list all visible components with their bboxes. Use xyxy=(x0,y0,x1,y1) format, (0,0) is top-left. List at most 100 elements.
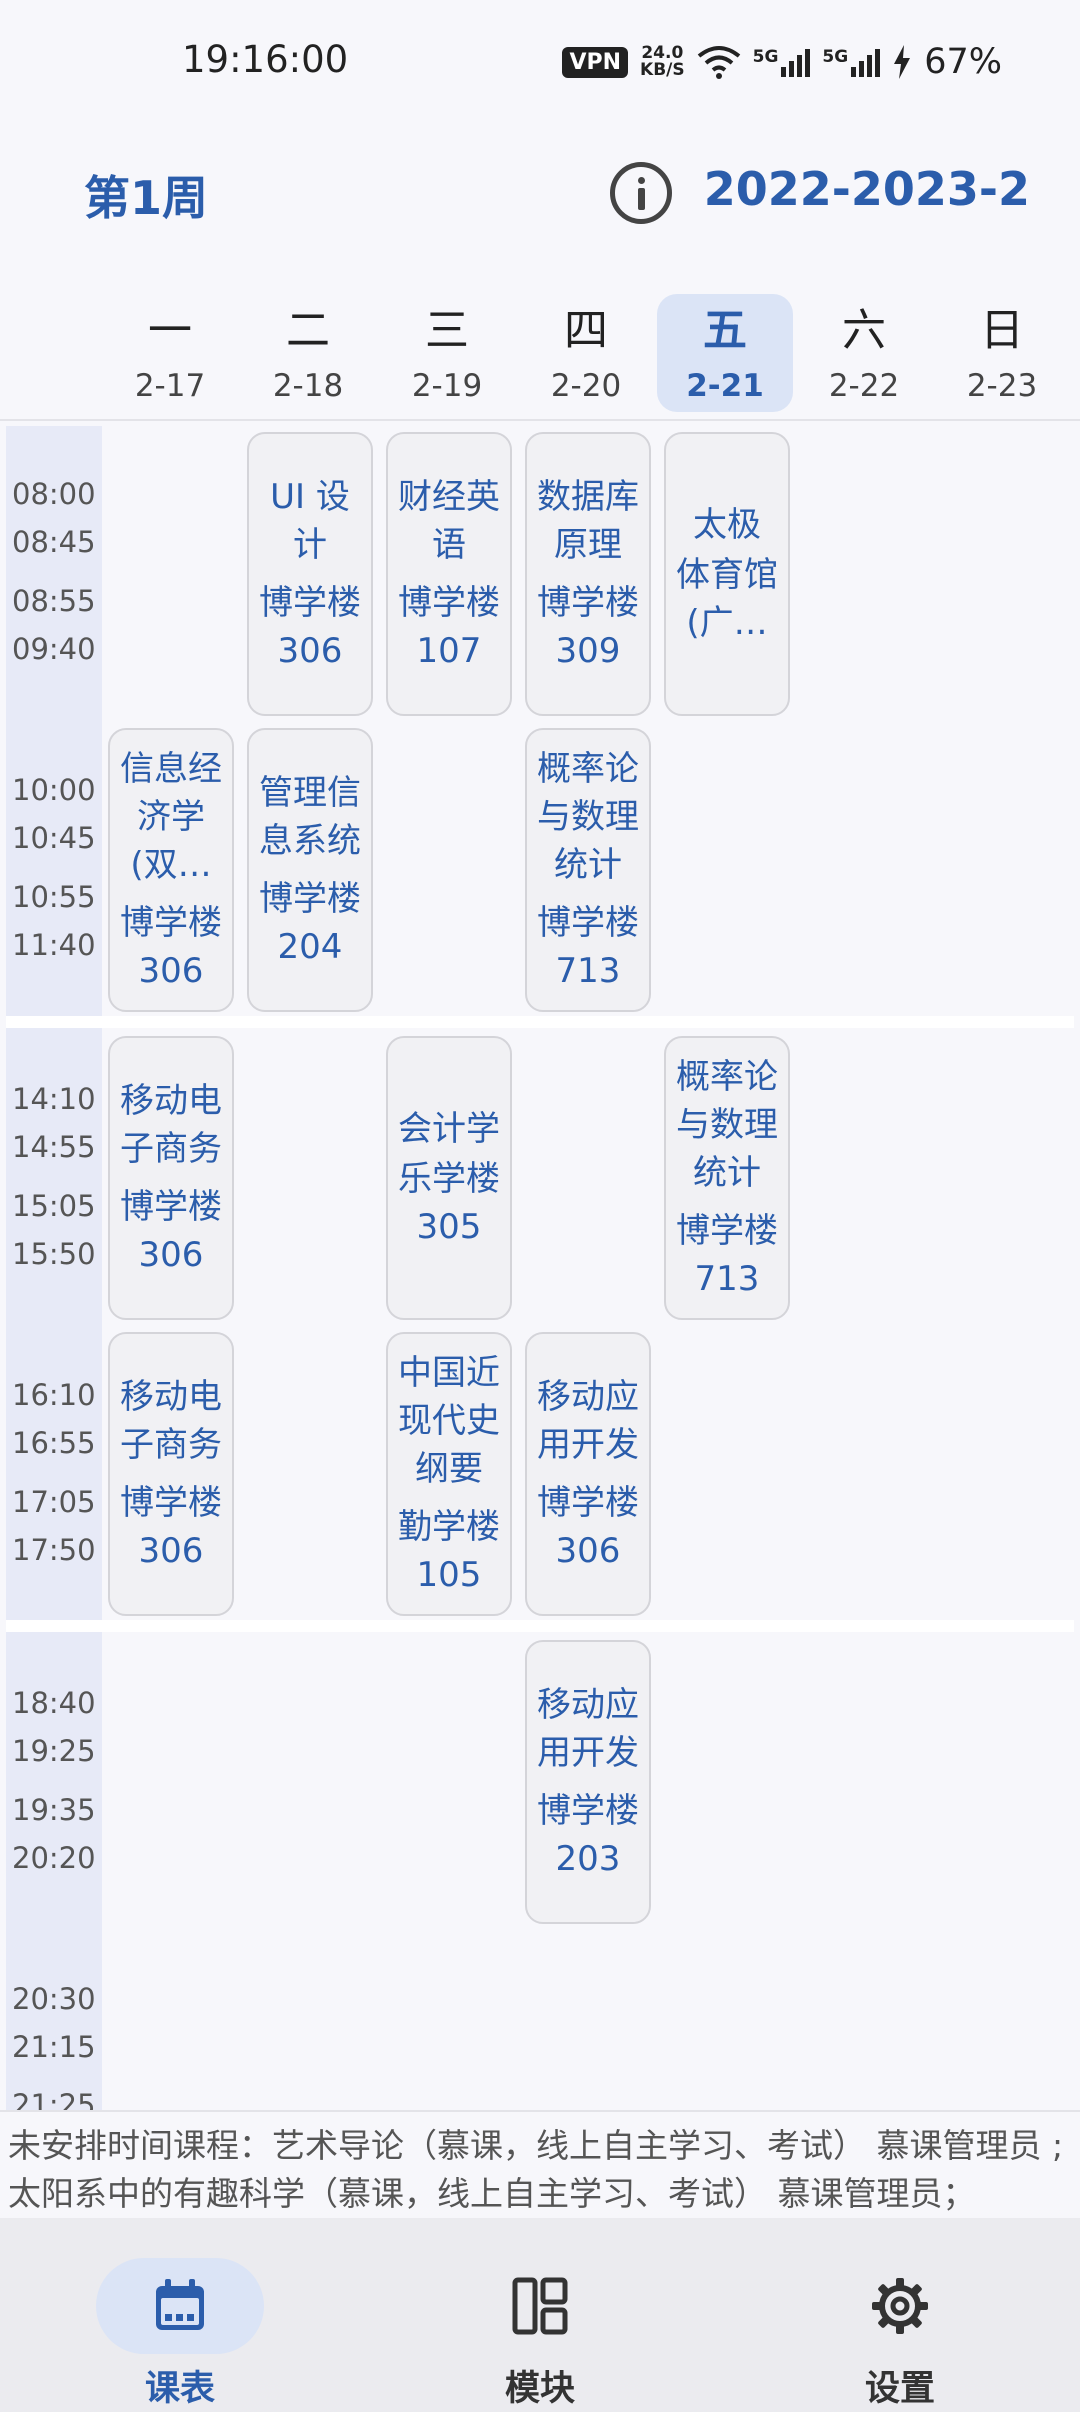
course-name: 移动电子商务 xyxy=(120,1377,222,1465)
charging-icon xyxy=(894,45,911,79)
vpn-badge: VPN xyxy=(562,46,629,78)
course-name: 管理信息系统 xyxy=(259,773,361,861)
time-label: 08:45 xyxy=(12,525,96,559)
day-header-mon: 一 2-17 xyxy=(134,305,206,405)
day-header-thu: 四 2-20 xyxy=(550,305,622,405)
signal-icon xyxy=(781,49,811,77)
course-card[interactable]: 信息经济学(双… 博学楼306 xyxy=(108,728,234,1012)
course-card[interactable]: 移动电子商务 博学楼306 xyxy=(108,1332,234,1616)
time-label: 16:10 xyxy=(12,1378,96,1412)
course-location: 博学楼306 xyxy=(259,583,361,671)
course-card[interactable]: 中国近现代史纲要 勤学楼105 xyxy=(386,1332,512,1616)
network-speed: 24.0 KB/S xyxy=(640,45,685,79)
day-header-sat: 六 2-22 xyxy=(828,305,900,405)
time-label: 16:55 xyxy=(12,1426,96,1460)
info-circle-icon[interactable] xyxy=(610,162,672,224)
day-header-fri-today: 五 2-21 xyxy=(657,294,793,412)
course-name: 移动电子商务 xyxy=(120,1081,222,1169)
nav-tab-modules[interactable]: 模块 xyxy=(400,2238,680,2409)
battery-level: 67% xyxy=(924,42,1002,82)
course-name: UI 设计 xyxy=(270,477,350,565)
course-location: 勤学楼105 xyxy=(398,1507,500,1595)
unscheduled-courses-notice: 未安排时间课程：艺术导论（慕课，线上自主学习、考试） 慕课管理员 ;太阳系中的有… xyxy=(0,2110,1080,2218)
signal-icon xyxy=(851,49,881,77)
course-location: 乐学楼305 xyxy=(398,1159,500,1247)
status-time: 19:16:00 xyxy=(182,38,349,81)
header-divider xyxy=(0,419,1080,421)
course-name: 概率论与数理统计 xyxy=(537,749,639,885)
calendar-icon xyxy=(156,2279,204,2330)
course-card[interactable]: UI 设计 博学楼306 xyxy=(247,432,373,716)
status-icons: VPN 24.0 KB/S 5G 5G 67% xyxy=(562,38,1002,86)
course-location: 博学楼204 xyxy=(259,879,361,967)
nav-tab-schedule[interactable]: 课表 xyxy=(40,2238,320,2409)
nav-tab-settings[interactable]: 设置 xyxy=(760,2238,1040,2409)
course-name: 中国近现代史纲要 xyxy=(398,1353,500,1489)
time-label: 19:35 xyxy=(12,1793,96,1827)
course-location: 博学楼107 xyxy=(398,583,500,671)
gear-icon xyxy=(872,2278,928,2334)
course-card[interactable]: 移动应用开发 博学楼306 xyxy=(525,1332,651,1616)
course-name: 信息经济学(双… xyxy=(120,749,222,885)
course-name: 太极 xyxy=(693,505,761,545)
time-label: 08:55 xyxy=(12,584,96,618)
course-name: 概率论与数理统计 xyxy=(676,1057,778,1193)
modules-icon xyxy=(512,2277,568,2335)
time-label: 17:05 xyxy=(12,1485,96,1519)
time-label: 10:55 xyxy=(12,880,96,914)
nav-label: 模块 xyxy=(504,2369,575,2409)
course-card[interactable]: 数据库原理 博学楼309 xyxy=(525,432,651,716)
course-name: 数据库原理 xyxy=(537,477,639,565)
time-label: 18:40 xyxy=(12,1686,96,1720)
time-label: 11:40 xyxy=(12,928,96,962)
status-bar: 19:16:00 VPN 24.0 KB/S 5G 5G 67% xyxy=(0,0,1080,120)
course-card[interactable]: 太极 体育馆(广… xyxy=(664,432,790,716)
time-label: 17:50 xyxy=(12,1533,96,1567)
signal-5g-2: 5G xyxy=(822,47,881,77)
course-card[interactable]: 财经英语 博学楼107 xyxy=(386,432,512,716)
time-label: 15:05 xyxy=(12,1189,96,1223)
time-label: 20:30 xyxy=(12,1982,96,2016)
session-divider xyxy=(6,1620,1074,1632)
course-location: 博学楼309 xyxy=(537,583,639,671)
time-label: 10:45 xyxy=(12,821,96,855)
course-card[interactable]: 会计学 乐学楼305 xyxy=(386,1036,512,1320)
course-card[interactable]: 移动应用开发 博学楼203 xyxy=(525,1640,651,1924)
course-location: 博学楼306 xyxy=(120,1483,222,1571)
course-card[interactable]: 概率论与数理统计 博学楼713 xyxy=(525,728,651,1012)
time-column-afternoon xyxy=(6,1028,102,1620)
course-name: 移动应用开发 xyxy=(537,1685,639,1773)
nav-label: 课表 xyxy=(144,2369,215,2409)
bottom-navigation: 课表 模块 设置 xyxy=(0,2218,1080,2412)
course-name: 移动应用开发 xyxy=(537,1377,639,1465)
course-location: 博学楼203 xyxy=(537,1791,639,1879)
time-label: 14:55 xyxy=(12,1130,96,1164)
day-header-sun: 日 2-23 xyxy=(966,305,1038,405)
course-card[interactable]: 管理信息系统 博学楼204 xyxy=(247,728,373,1012)
time-label: 20:20 xyxy=(12,1841,96,1875)
course-card[interactable]: 概率论与数理统计 博学楼713 xyxy=(664,1036,790,1320)
term-selector[interactable]: 2022-2023-2 xyxy=(704,162,1030,216)
course-location: 博学楼306 xyxy=(120,1187,222,1275)
course-location: 博学楼713 xyxy=(676,1211,778,1299)
time-label: 10:00 xyxy=(12,773,96,807)
time-label: 08:00 xyxy=(12,477,96,511)
time-label: 19:25 xyxy=(12,1734,96,1768)
course-card[interactable]: 移动电子商务 博学楼306 xyxy=(108,1036,234,1320)
course-location: 博学楼306 xyxy=(120,903,222,991)
wifi-icon xyxy=(697,46,740,79)
course-location: 博学楼306 xyxy=(537,1483,639,1571)
course-location: 体育馆(广… xyxy=(676,555,778,643)
course-name: 财经英语 xyxy=(398,477,500,565)
time-label: 21:15 xyxy=(12,2030,96,2064)
course-location: 博学楼713 xyxy=(537,903,639,991)
day-header-wed: 三 2-19 xyxy=(411,305,483,405)
schedule-screen: 19:16:00 VPN 24.0 KB/S 5G 5G 67% 第1周 202… xyxy=(0,0,1080,2412)
time-label: 14:10 xyxy=(12,1082,96,1116)
signal-5g-1: 5G xyxy=(753,47,811,77)
course-name: 会计学 xyxy=(398,1109,500,1149)
week-selector[interactable]: 第1周 xyxy=(84,162,208,228)
day-header-tue: 二 2-18 xyxy=(272,305,344,405)
session-divider xyxy=(6,1016,1074,1028)
time-label: 15:50 xyxy=(12,1237,96,1271)
